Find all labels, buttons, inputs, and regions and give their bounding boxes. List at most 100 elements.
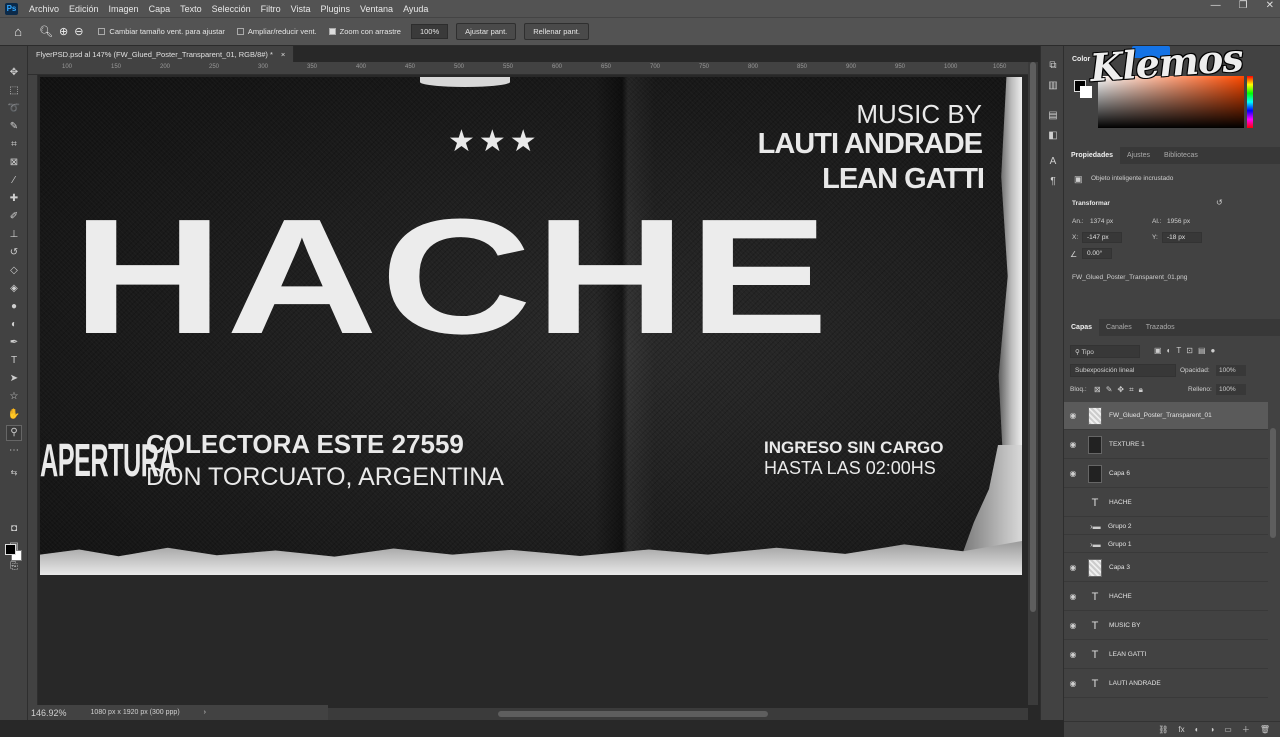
y-position-field[interactable]: -18 px: [1162, 232, 1202, 243]
eraser-tool-icon[interactable]: ◇: [7, 264, 21, 278]
foreground-color-swatch[interactable]: [5, 544, 16, 555]
healing-tool-icon[interactable]: ✚: [7, 192, 21, 206]
marquee-tool-icon[interactable]: ⬚: [7, 84, 21, 98]
add-mask-icon[interactable]: ◐: [1195, 725, 1200, 734]
zoom-tool-icon[interactable]: ⚲: [6, 425, 22, 441]
close-icon[interactable]: ✕: [1266, 0, 1274, 11]
group-folder-icon[interactable]: ›▬: [1090, 522, 1102, 531]
menu-ventana[interactable]: Ventana: [355, 4, 398, 14]
menu-texto[interactable]: Texto: [175, 4, 207, 14]
fill-screen-button[interactable]: Rellenar pant.: [524, 23, 589, 40]
path-select-icon[interactable]: ➤: [7, 372, 21, 386]
vertical-scrollbar[interactable]: [1028, 62, 1038, 705]
delete-layer-icon[interactable]: 🗑: [1260, 725, 1270, 734]
opacity-field[interactable]: 100%: [1216, 365, 1246, 376]
tab-capas[interactable]: Capas: [1064, 319, 1100, 336]
zoom-all-checkbox[interactable]: Ampliar/reducir vent.: [236, 27, 317, 36]
document-tab[interactable]: FlyerPSD.psd al 147% (FW_Glued_Poster_Tr…: [28, 46, 295, 62]
hue-slider[interactable]: [1247, 76, 1253, 128]
stamp-tool-icon[interactable]: ⊥: [7, 228, 21, 242]
crop-tool-icon[interactable]: ⌗: [7, 138, 21, 152]
tab-bibliotecas[interactable]: Bibliotecas: [1157, 147, 1205, 164]
type-tool-icon[interactable]: T: [7, 354, 21, 368]
new-group-icon[interactable]: ▭: [1224, 725, 1232, 734]
tab-canales[interactable]: Canales: [1099, 319, 1139, 336]
visibility-eye-icon[interactable]: ◉: [1064, 621, 1082, 630]
visibility-eye-icon[interactable]: ◉: [1064, 650, 1082, 659]
menu-plugins[interactable]: Plugins: [316, 4, 356, 14]
libraries-panel-icon[interactable]: ▥: [1047, 80, 1059, 92]
angle-field[interactable]: 0.00°: [1082, 248, 1112, 259]
status-arrow-icon[interactable]: ›: [204, 709, 206, 716]
zoom-out-icon[interactable]: ⊖: [74, 25, 83, 38]
layer-row[interactable]: ◉ Capa 3: [1064, 554, 1268, 582]
lasso-tool-icon[interactable]: ➰: [7, 102, 21, 116]
menu-vista[interactable]: Vista: [286, 4, 316, 14]
visibility-eye-icon[interactable]: ◉: [1064, 469, 1082, 478]
width-value[interactable]: 1374 px: [1090, 218, 1113, 225]
minimize-icon[interactable]: —: [1211, 0, 1221, 11]
paragraph-panel-icon[interactable]: ¶: [1047, 176, 1059, 188]
adjustment-layer-icon[interactable]: ◑: [1209, 725, 1214, 734]
restore-icon[interactable]: ❐: [1239, 0, 1248, 11]
brush-tool-icon[interactable]: ✐: [7, 210, 21, 224]
blend-mode-select[interactable]: Subexposición lineal: [1070, 364, 1176, 377]
layer-row[interactable]: ◉ T MUSIC BY: [1064, 612, 1268, 640]
zoom-tool-icon[interactable]: 🔍︎: [39, 25, 53, 38]
reset-transform-icon[interactable]: ↺: [1216, 198, 1223, 207]
visibility-eye-icon[interactable]: ◉: [1064, 440, 1082, 449]
zoom-in-icon[interactable]: ⊕: [59, 25, 68, 38]
visibility-eye-icon[interactable]: ◉: [1064, 563, 1082, 572]
scrollbar-thumb[interactable]: [498, 711, 768, 717]
frame-tool-icon[interactable]: ⊠: [7, 156, 21, 170]
layer-row[interactable]: ◉ T LAUTI ANDRADE: [1064, 670, 1268, 698]
menu-edicion[interactable]: Edición: [64, 4, 104, 14]
resize-windows-checkbox[interactable]: Cambiar tamaño vent. para ajustar: [98, 27, 225, 36]
layer-row[interactable]: ◉ Capa 6: [1064, 460, 1268, 488]
move-tool-icon[interactable]: ✥: [7, 66, 21, 80]
paint-bucket-icon[interactable]: ◈: [7, 282, 21, 296]
color-background-swatch[interactable]: [1080, 86, 1092, 98]
visibility-eye-icon[interactable]: ◉: [1064, 592, 1082, 601]
status-zoom[interactable]: 146.92%: [31, 708, 67, 718]
adjustments-panel-icon[interactable]: ◧: [1047, 130, 1059, 142]
layer-row[interactable]: ◉ T HACHE: [1064, 583, 1268, 611]
menu-ayuda[interactable]: Ayuda: [398, 4, 433, 14]
share-icon[interactable]: ⎘: [7, 560, 21, 574]
layer-row[interactable]: ◉ T LEAN GATTI: [1064, 641, 1268, 669]
tab-ajustes[interactable]: Ajustes: [1120, 147, 1157, 164]
home-icon[interactable]: ⌂: [0, 24, 36, 39]
scrollbar-thumb[interactable]: [1030, 62, 1036, 612]
fill-field[interactable]: 100%: [1216, 384, 1246, 395]
tab-close-icon[interactable]: ×: [281, 50, 285, 59]
layer-style-icon[interactable]: fx: [1178, 725, 1184, 734]
layer-row[interactable]: ◉ FW_Glued_Poster_Transparent_01: [1064, 402, 1268, 430]
history-brush-icon[interactable]: ↺: [7, 246, 21, 260]
x-position-field[interactable]: -147 px: [1082, 232, 1122, 243]
layer-row[interactable]: T HACHE: [1064, 489, 1268, 517]
quick-select-tool-icon[interactable]: ✎: [7, 120, 21, 134]
visibility-eye-icon[interactable]: ◉: [1064, 411, 1082, 420]
visibility-eye-icon[interactable]: ◉: [1064, 679, 1082, 688]
group-folder-icon[interactable]: ›▬: [1090, 540, 1102, 549]
more-tools-icon[interactable]: ⋯: [7, 444, 21, 458]
zoom-value-field[interactable]: 100%: [410, 24, 449, 39]
history-panel-icon[interactable]: ⧉: [1047, 60, 1059, 72]
menu-archivo[interactable]: Archivo: [24, 4, 64, 14]
quick-mask-icon[interactable]: ◘: [7, 522, 21, 536]
scrubby-zoom-checkbox[interactable]: Zoom con arrastre: [328, 27, 401, 36]
menu-capa[interactable]: Capa: [144, 4, 176, 14]
poster-image[interactable]: ★★★ MUSIC BY LAUTI ANDRADE LEAN GATTI HA…: [40, 77, 1022, 575]
layer-row[interactable]: ›▬ Grupo 2: [1064, 518, 1268, 535]
eyedropper-tool-icon[interactable]: ⁄: [7, 174, 21, 188]
pen-tool-icon[interactable]: ✒: [7, 336, 21, 350]
character-panel-icon[interactable]: A: [1047, 156, 1059, 168]
layers-scrollbar-thumb[interactable]: [1270, 428, 1276, 538]
tab-propiedades[interactable]: Propiedades: [1064, 147, 1121, 164]
lock-icons[interactable]: ⊠✎✥⌗🔒︎: [1094, 385, 1148, 395]
layer-filter-select[interactable]: ⚲ Tipo: [1070, 345, 1140, 358]
menu-filtro[interactable]: Filtro: [256, 4, 286, 14]
menu-imagen[interactable]: Imagen: [104, 4, 144, 14]
fit-screen-button[interactable]: Ajustar pant.: [456, 23, 517, 40]
hand-tool-icon[interactable]: ✋: [7, 408, 21, 422]
